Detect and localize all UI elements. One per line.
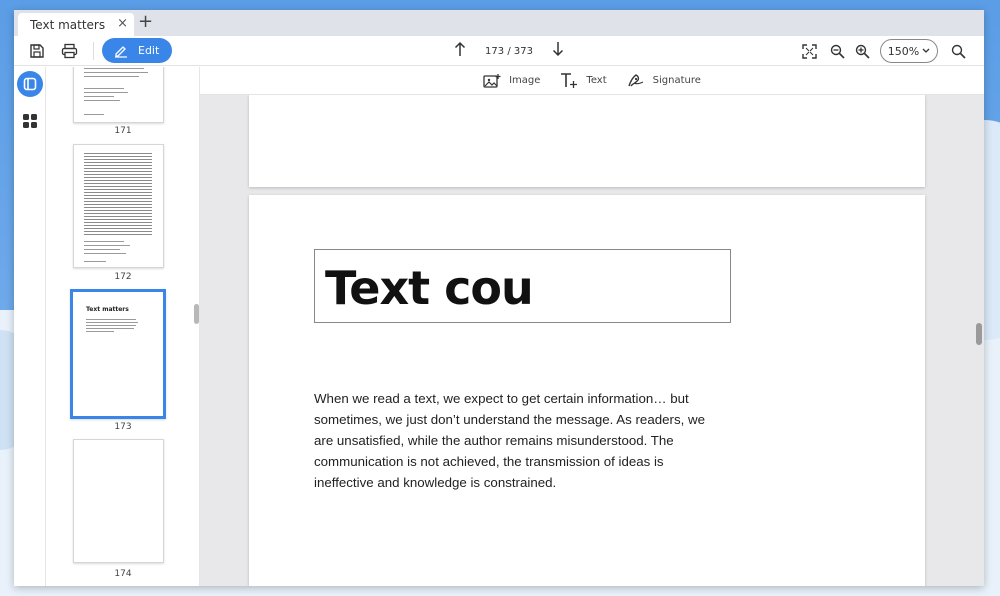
image-icon (483, 73, 501, 88)
document-viewer: Text cou When we read a text, we expect … (200, 67, 984, 586)
thumbnail-page-173[interactable]: Text matters (70, 289, 166, 419)
add-image-button[interactable]: Image (483, 73, 540, 89)
pdf-editor-window: Text matters × + Edit 173 / 373 150% 171… (14, 10, 984, 586)
thumbnail-scrollbar[interactable] (194, 304, 199, 324)
thumbnail-heading: Text matters (86, 306, 129, 313)
thumbnail-number: 174 (114, 569, 132, 579)
new-tab-icon[interactable]: + (138, 12, 153, 32)
thumbnail-page-174[interactable] (73, 439, 164, 563)
previous-page (249, 95, 925, 187)
thumbnail-page-172[interactable] (73, 144, 164, 268)
save-icon[interactable] (26, 40, 48, 62)
thumbnail-number: 172 (114, 272, 132, 282)
title-text-box[interactable]: Text cou (314, 249, 731, 323)
thumbnail-number: 173 (114, 422, 132, 432)
signature-icon (627, 74, 643, 87)
zoom-select[interactable]: 150% (880, 39, 938, 63)
tab-text-matters[interactable]: Text matters × (18, 13, 134, 36)
zoom-out-icon[interactable] (826, 40, 848, 62)
signature-label: Signature (652, 75, 701, 86)
grid-view-icon[interactable] (22, 113, 38, 129)
close-tab-icon[interactable]: × (117, 16, 128, 31)
sidebar-rail (14, 67, 46, 586)
edit-label: Edit (138, 44, 160, 57)
thumbnail-page-171[interactable] (73, 67, 164, 123)
previous-page-icon[interactable] (454, 41, 466, 61)
zoom-value: 150% (887, 44, 920, 58)
thumbnails-panel-icon[interactable] (17, 71, 43, 97)
edit-subtoolbar: Image Text Signature (200, 67, 984, 95)
text-icon (561, 73, 578, 88)
text-label: Text (586, 75, 607, 86)
page-indicator[interactable]: 173 / 373 (485, 46, 533, 57)
next-page-icon[interactable] (552, 41, 564, 61)
print-icon[interactable] (58, 40, 80, 62)
search-icon[interactable] (947, 40, 969, 62)
page-navigator: 173 / 373 (454, 40, 564, 62)
tab-title: Text matters (30, 17, 106, 32)
thumbnail-panel: 171 172 Text matters 173 174 (46, 67, 200, 586)
main-toolbar: Edit 173 / 373 150% (14, 36, 984, 66)
document-scrollbar[interactable] (976, 323, 982, 345)
tab-bar: Text matters × + (14, 10, 984, 36)
toolbar-divider (93, 42, 94, 60)
add-text-button[interactable]: Text (560, 72, 607, 89)
zoom-in-icon[interactable] (851, 40, 873, 62)
image-label: Image (509, 75, 541, 86)
chevron-down-icon (922, 48, 930, 53)
body-paragraph: When we read a text, we expect to get ce… (314, 391, 705, 490)
thumbnail-number: 171 (114, 126, 132, 136)
title-text[interactable]: Text cou (325, 261, 534, 315)
fullscreen-icon[interactable] (798, 40, 820, 62)
current-page: Text cou When we read a text, we expect … (249, 195, 925, 586)
add-signature-button[interactable]: Signature (627, 72, 701, 89)
edit-button[interactable]: Edit (102, 38, 172, 63)
pencil-icon (115, 45, 127, 58)
